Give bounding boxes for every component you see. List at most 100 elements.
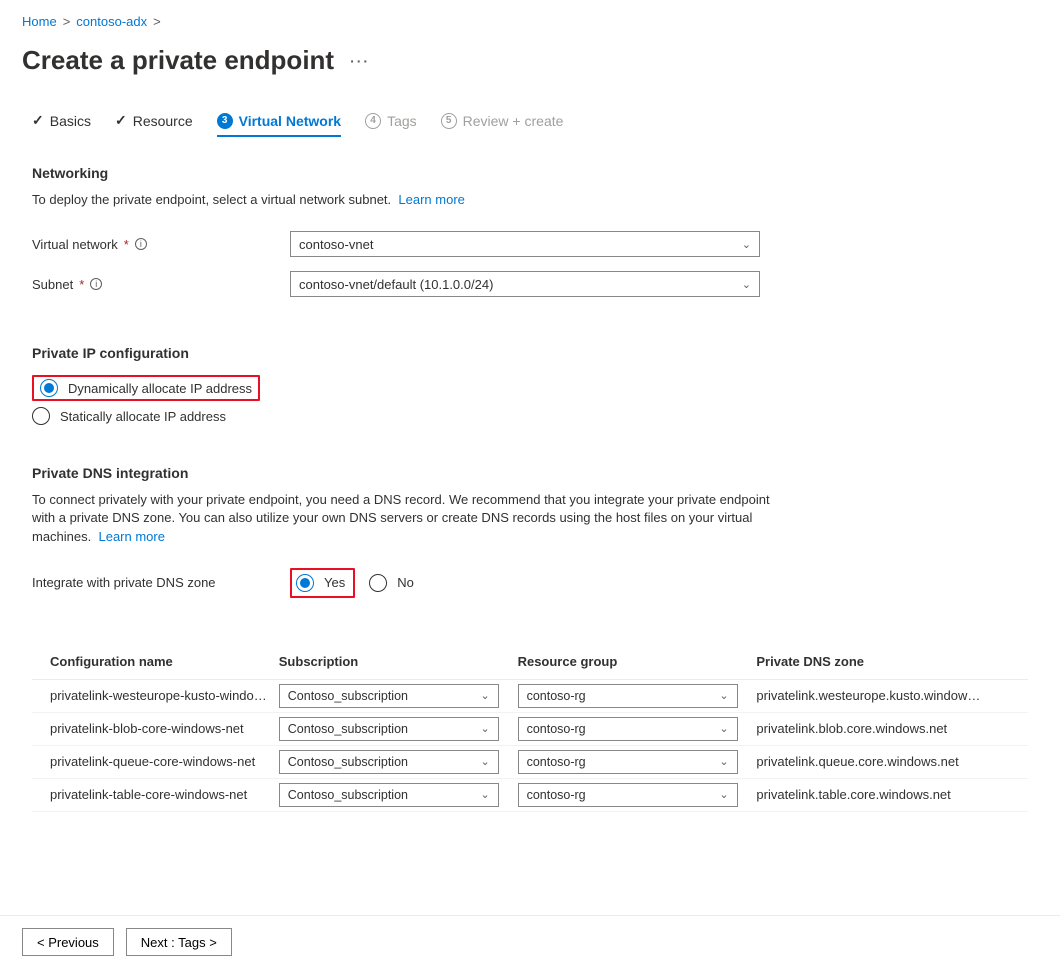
resource-group-value: contoso-rg	[527, 755, 586, 769]
cell-config-name: privatelink-blob-core-windows-net	[32, 712, 273, 745]
ip-dynamic-radio[interactable]: Dynamically allocate IP address	[40, 379, 252, 397]
tab-resource[interactable]: ✓ Resource	[115, 112, 193, 137]
subscription-select[interactable]: Contoso_subscription ⌄	[279, 783, 499, 807]
integrate-dns-label: Integrate with private DNS zone	[32, 575, 290, 590]
integrate-dns-label-text: Integrate with private DNS zone	[32, 575, 216, 590]
tab-basics-label: Basics	[50, 113, 91, 129]
cell-config-name: privatelink-table-core-windows-net	[32, 778, 273, 811]
tab-tags[interactable]: 4 Tags	[365, 113, 417, 137]
vnet-select-value: contoso-vnet	[299, 237, 373, 252]
chevron-down-icon: ⌄	[719, 722, 728, 735]
page-title: Create a private endpoint ···	[22, 45, 1038, 76]
dns-heading: Private DNS integration	[32, 465, 1028, 481]
radio-icon	[369, 574, 387, 592]
resource-group-value: contoso-rg	[527, 722, 586, 736]
table-row: privatelink-table-core-windows-net Conto…	[32, 778, 1028, 811]
chevron-down-icon: ⌄	[719, 689, 728, 702]
integrate-dns-no-label: No	[397, 575, 414, 590]
resource-group-value: contoso-rg	[527, 788, 586, 802]
wizard-footer: < Previous Next : Tags >	[0, 915, 1060, 968]
subscription-value: Contoso_subscription	[288, 788, 408, 802]
required-icon: *	[79, 277, 84, 292]
tab-vnet-label: Virtual Network	[239, 113, 341, 129]
networking-desc: To deploy the private endpoint, select a…	[32, 191, 792, 209]
integrate-dns-yes[interactable]: Yes	[296, 574, 345, 592]
table-row: privatelink-westeurope-kusto-windo… Cont…	[32, 679, 1028, 712]
required-icon: *	[124, 237, 129, 252]
subscription-value: Contoso_subscription	[288, 689, 408, 703]
step-4-icon: 4	[365, 113, 381, 129]
cell-config-name: privatelink-queue-core-windows-net	[32, 745, 273, 778]
tab-basics[interactable]: ✓ Basics	[32, 112, 91, 137]
chevron-down-icon: ⌄	[742, 278, 751, 291]
networking-desc-text: To deploy the private endpoint, select a…	[32, 192, 391, 207]
subnet-label: Subnet * i	[32, 277, 290, 292]
chevron-down-icon: ⌄	[719, 788, 728, 801]
col-resource-group: Resource group	[512, 646, 751, 680]
col-private-dns-zone: Private DNS zone	[750, 646, 1028, 680]
dns-learn-more[interactable]: Learn more	[98, 529, 164, 544]
dns-desc: To connect privately with your private e…	[32, 491, 792, 546]
check-icon: ✓	[32, 112, 44, 129]
radio-icon	[32, 407, 50, 425]
subscription-select[interactable]: Contoso_subscription ⌄	[279, 717, 499, 741]
info-icon[interactable]: i	[135, 238, 147, 250]
integrate-dns-yes-label: Yes	[324, 575, 345, 590]
chevron-right-icon: >	[63, 14, 71, 29]
subnet-label-text: Subnet	[32, 277, 73, 292]
subscription-select[interactable]: Contoso_subscription ⌄	[279, 684, 499, 708]
table-row: privatelink-blob-core-windows-net Contos…	[32, 712, 1028, 745]
cell-dns-zone: privatelink.table.core.windows.net	[750, 778, 1028, 811]
next-button[interactable]: Next : Tags >	[126, 928, 232, 956]
chevron-down-icon: ⌄	[481, 755, 490, 768]
networking-heading: Networking	[32, 165, 1028, 181]
chevron-down-icon: ⌄	[742, 238, 751, 251]
wizard-tabs: ✓ Basics ✓ Resource 3 Virtual Network 4 …	[32, 112, 1028, 137]
resource-group-value: contoso-rg	[527, 689, 586, 703]
breadcrumb-home[interactable]: Home	[22, 14, 57, 29]
subnet-select-value: contoso-vnet/default (10.1.0.0/24)	[299, 277, 493, 292]
subnet-select[interactable]: contoso-vnet/default (10.1.0.0/24) ⌄	[290, 271, 760, 297]
page-title-text: Create a private endpoint	[22, 45, 334, 76]
dns-config-table: Configuration name Subscription Resource…	[32, 646, 1028, 812]
check-icon: ✓	[115, 112, 127, 129]
cell-dns-zone: privatelink.queue.core.windows.net	[750, 745, 1028, 778]
resource-group-select[interactable]: contoso-rg ⌄	[518, 717, 738, 741]
breadcrumb: Home > contoso-adx >	[22, 14, 1038, 29]
tab-review-create[interactable]: 5 Review + create	[441, 113, 564, 137]
chevron-down-icon: ⌄	[481, 689, 490, 702]
vnet-label-text: Virtual network	[32, 237, 118, 252]
chevron-down-icon: ⌄	[481, 722, 490, 735]
cell-dns-zone: privatelink.blob.core.windows.net	[750, 712, 1028, 745]
tab-resource-label: Resource	[133, 113, 193, 129]
tab-tags-label: Tags	[387, 113, 417, 129]
breadcrumb-cluster[interactable]: contoso-adx	[76, 14, 147, 29]
ip-static-radio[interactable]: Statically allocate IP address	[32, 407, 1028, 425]
chevron-right-icon: >	[153, 14, 161, 29]
cell-dns-zone: privatelink.westeurope.kusto.window…	[750, 679, 1028, 712]
resource-group-select[interactable]: contoso-rg ⌄	[518, 750, 738, 774]
chevron-down-icon: ⌄	[719, 755, 728, 768]
networking-learn-more[interactable]: Learn more	[398, 192, 464, 207]
col-config-name: Configuration name	[32, 646, 273, 680]
radio-icon	[296, 574, 314, 592]
ip-dynamic-label: Dynamically allocate IP address	[68, 381, 252, 396]
more-icon[interactable]: ···	[350, 53, 370, 69]
integrate-dns-no[interactable]: No	[369, 574, 414, 592]
step-5-icon: 5	[441, 113, 457, 129]
previous-button[interactable]: < Previous	[22, 928, 114, 956]
ip-static-label: Statically allocate IP address	[60, 409, 226, 424]
subscription-select[interactable]: Contoso_subscription ⌄	[279, 750, 499, 774]
tab-virtual-network[interactable]: 3 Virtual Network	[217, 113, 341, 137]
ipconfig-heading: Private IP configuration	[32, 345, 1028, 361]
resource-group-select[interactable]: contoso-rg ⌄	[518, 783, 738, 807]
vnet-label: Virtual network * i	[32, 237, 290, 252]
info-icon[interactable]: i	[90, 278, 102, 290]
resource-group-select[interactable]: contoso-rg ⌄	[518, 684, 738, 708]
subscription-value: Contoso_subscription	[288, 722, 408, 736]
col-subscription: Subscription	[273, 646, 512, 680]
chevron-down-icon: ⌄	[481, 788, 490, 801]
tab-review-label: Review + create	[463, 113, 564, 129]
vnet-select[interactable]: contoso-vnet ⌄	[290, 231, 760, 257]
cell-config-name: privatelink-westeurope-kusto-windo…	[32, 679, 273, 712]
